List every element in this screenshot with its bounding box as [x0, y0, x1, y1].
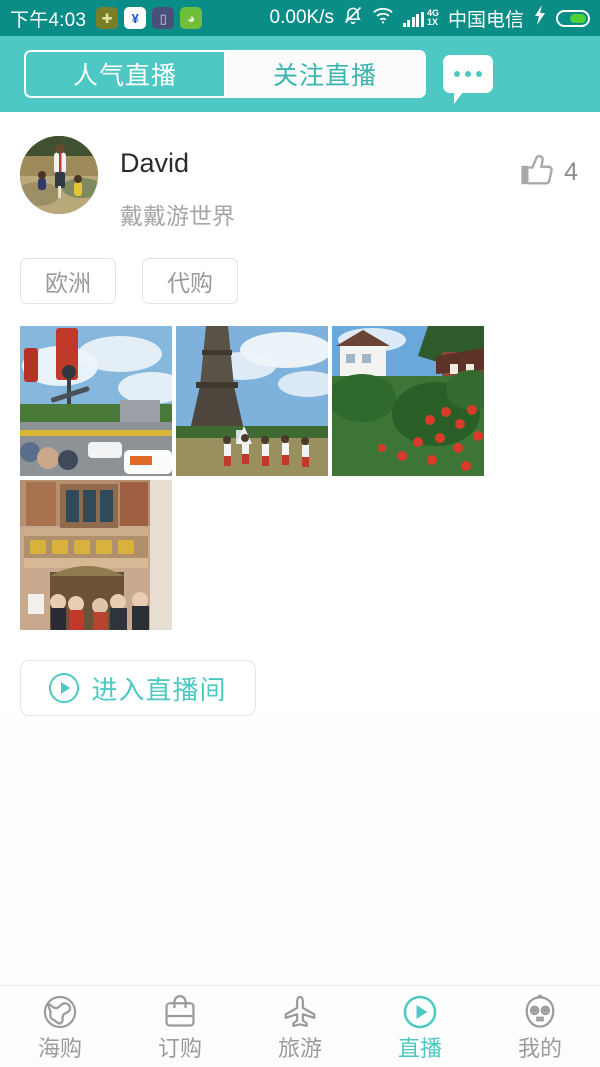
like-count: 4: [564, 158, 578, 186]
enter-live-room-label: 进入直播间: [91, 674, 227, 705]
tag-europe[interactable]: 欧洲: [20, 258, 116, 304]
tab-popular-live[interactable]: 人气直播: [26, 52, 226, 96]
nav-item-lvyou[interactable]: 旅游: [240, 993, 360, 1060]
nav-item-zhibo[interactable]: 直播: [360, 993, 480, 1060]
status-right-cluster: 0.00K/s 4G 1X 中国电信: [270, 5, 590, 32]
bottom-navigation: 海购 订购 旅游 直播 我的: [0, 985, 600, 1067]
like-group[interactable]: 4: [516, 150, 578, 195]
app-header: 人气直播 关注直播: [0, 36, 600, 112]
live-post-card: David 戴戴游世界 4 欧洲 代购 进入直播间: [0, 112, 600, 716]
nav-label-lvyou: 旅游: [277, 1036, 322, 1061]
app-root: 下午4:03 ✚ ¥ ▯ ◕ 0.00K/s 4G 1X 中国电信 人气直播 关…: [0, 0, 600, 1067]
antivirus-shield-icon: ¥: [124, 7, 147, 29]
nav-item-wode[interactable]: 我的: [480, 993, 600, 1060]
post-user-text: David 戴戴游世界: [120, 136, 580, 228]
nav-item-dinggou[interactable]: 订购: [120, 993, 240, 1060]
status-time: 下午4:03: [10, 9, 87, 31]
tag-daigou[interactable]: 代购: [142, 258, 238, 304]
nav-label-wode: 我的: [517, 1036, 562, 1061]
carrier-name: 中国电信: [447, 9, 524, 31]
profile-face-icon: [521, 993, 559, 1031]
bell-muted-icon: [343, 5, 363, 31]
photo-thumbnail[interactable]: [20, 480, 172, 630]
play-circle-icon: [401, 993, 439, 1031]
airplane-icon: [281, 993, 319, 1031]
photo-thumbnail[interactable]: [176, 326, 328, 476]
nav-item-haigou[interactable]: 海购: [0, 993, 120, 1060]
nav-label-dinggou: 订购: [157, 1036, 202, 1061]
tab-followed-live[interactable]: 关注直播: [226, 52, 424, 96]
network-speed-text: 0.00K/s: [269, 7, 334, 28]
globe-icon: [41, 993, 79, 1031]
post-subtitle: 戴戴游世界: [120, 203, 235, 229]
user-avatar[interactable]: [20, 136, 98, 214]
tag-list: 欧洲 代购: [20, 258, 580, 304]
photo-thumbnail[interactable]: [20, 326, 172, 476]
post-username: David: [120, 148, 190, 178]
status-bar: 下午4:03 ✚ ¥ ▯ ◕ 0.00K/s 4G 1X 中国电信: [0, 0, 600, 36]
enter-live-room-button[interactable]: 进入直播间: [20, 660, 256, 716]
thumbs-up-icon: [516, 150, 558, 195]
phone-manager-icon: ▯: [152, 7, 175, 29]
chat-button[interactable]: [426, 55, 510, 104]
nav-label-haigou: 海购: [37, 1036, 82, 1061]
photo-thumbnail[interactable]: [332, 326, 484, 476]
battery-icon: [556, 9, 590, 27]
chat-bubble-icon: [443, 55, 493, 104]
live-tab-group[interactable]: 人气直播 关注直播: [24, 50, 426, 98]
nav-label-zhibo: 直播: [397, 1036, 442, 1061]
post-user-row: David 戴戴游世界 4: [20, 136, 580, 228]
play-circle-icon: [49, 673, 80, 703]
android-app-icon: ◕: [180, 7, 203, 29]
shopping-bag-icon: [161, 993, 199, 1031]
security-shield-icon: ✚: [96, 7, 119, 29]
lightning-bolt-icon: [533, 5, 547, 31]
wifi-icon: [372, 7, 394, 30]
signal-strength-icon: 4G 1X: [402, 9, 439, 27]
photo-grid: [20, 326, 484, 630]
signal-type-1x: 1X: [426, 17, 438, 27]
status-app-icons: ✚ ¥ ▯ ◕: [96, 7, 203, 29]
